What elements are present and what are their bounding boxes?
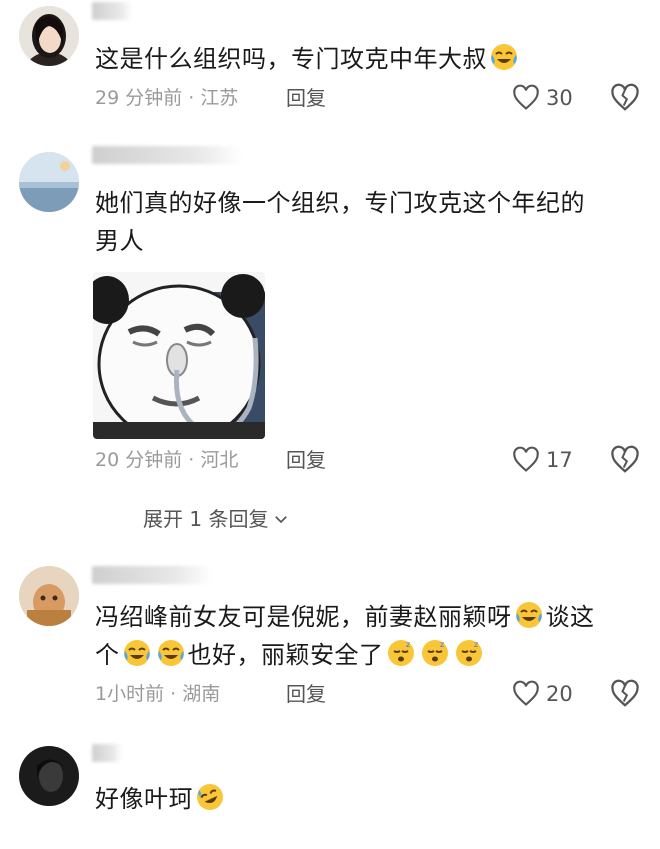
username-blurred[interactable] [92,146,242,164]
dislike-button[interactable] [610,445,640,475]
dislike-button[interactable] [610,679,640,709]
timestamp: 1小时前 [95,683,165,705]
location: 河北 [200,449,239,471]
panda-meme-sticker-image[interactable] [93,272,265,439]
heart-icon [513,84,539,110]
reply-button[interactable]: 回复 [286,680,326,708]
comment-meta: 1小时前 · 湖南 [95,683,221,705]
comment-meta: 29 分钟前 · 江苏 [95,87,239,109]
timestamp: 29 分钟前 [95,87,183,109]
sleeping-emoji-icon: z [454,638,484,668]
rolling-laughing-emoji-icon [195,782,225,812]
chevron-down-icon [275,516,288,524]
tears-of-joy-emoji-icon [122,638,152,668]
location: 湖南 [182,683,221,705]
tears-of-joy-emoji-icon [156,638,186,668]
comment-text: 她们真的好像一个组织，专门攻克这个年纪的 男人 [95,189,585,255]
tears-of-joy-emoji-icon [489,42,519,72]
expand-replies-button[interactable]: 展开 1 条回复 [143,504,290,534]
avatar[interactable] [19,566,79,626]
like-button[interactable]: 30 [512,83,573,113]
like-button[interactable]: 20 [512,679,573,709]
username-blurred[interactable] [92,2,132,20]
sleeping-emoji-icon: z [386,638,416,668]
reply-button[interactable]: 回复 [286,84,326,112]
broken-heart-icon [611,83,639,111]
svg-text:z: z [406,640,411,649]
sleeping-emoji-icon: z [420,638,450,668]
location: 江苏 [200,87,239,109]
svg-text:z: z [474,640,479,649]
username-blurred[interactable] [92,566,212,584]
like-count: 30 [546,86,573,110]
reply-button[interactable]: 回复 [286,446,326,474]
broken-heart-icon [611,445,639,473]
comment-text: 好像叶珂 [95,780,635,818]
comment-meta: 20 分钟前 · 河北 [95,449,239,471]
heart-icon [513,446,539,472]
tears-of-joy-emoji-icon [514,600,544,630]
timestamp: 20 分钟前 [95,449,183,471]
avatar[interactable] [19,746,79,806]
like-count: 17 [546,448,573,472]
username-blurred[interactable] [92,744,122,762]
heart-icon [513,680,539,706]
avatar[interactable] [19,6,79,66]
comment-text: 冯绍峰前女友可是倪妮，前妻赵丽颖呀 谈这 个也好，丽颖安全了 z z z [95,598,635,674]
like-count: 20 [546,682,573,706]
broken-heart-icon [611,679,639,707]
svg-text:z: z [440,640,445,649]
avatar[interactable] [19,152,79,212]
dislike-button[interactable] [610,83,640,113]
like-button[interactable]: 17 [512,445,573,475]
comment-text: 这是什么组织吗，专门攻克中年大叔 [95,40,635,78]
